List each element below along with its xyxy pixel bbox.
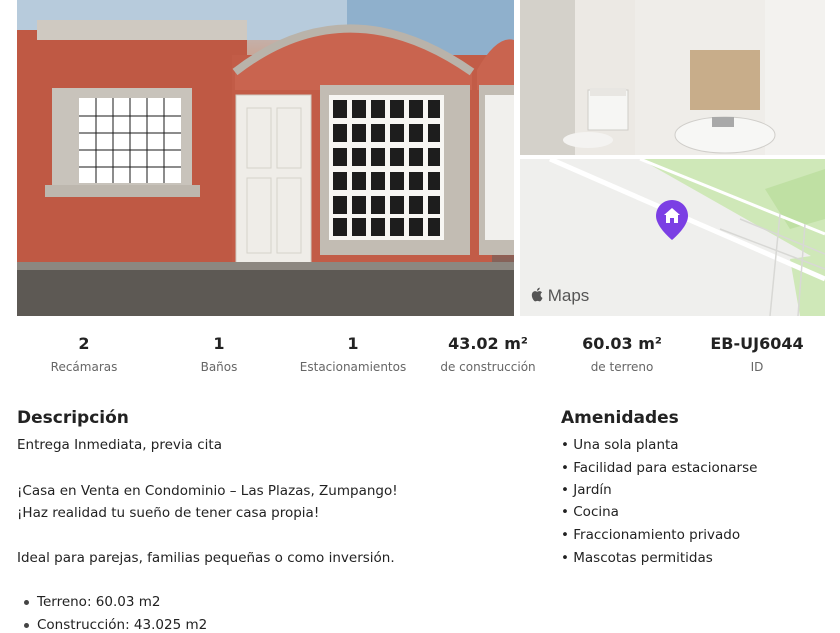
stat-label: Recámaras <box>50 360 118 374</box>
amenity-item: • Facilidad para estacionarse <box>561 460 758 476</box>
stat-label: Baños <box>200 360 238 374</box>
amenity-item: • Jardín <box>561 482 612 498</box>
stat-label: Estacionamientos <box>299 360 407 374</box>
maps-label: Maps <box>547 286 590 305</box>
stat-bedrooms: 2 Recámaras <box>14 332 154 378</box>
stat-construction-area: 43.02 m² de construcción <box>418 332 558 378</box>
stat-value: 43.02 m² <box>448 334 528 353</box>
property-stats: 2 Recámaras 1 Baños 1 Estacionamientos 4… <box>17 332 825 380</box>
bullet-icon <box>24 599 29 605</box>
amenities-title: Amenidades <box>561 408 679 428</box>
amenity-item: • Fraccionamiento privado <box>561 527 741 543</box>
description-line: Ideal para parejas, familias pequeñas o … <box>17 550 395 566</box>
stat-value: 2 <box>78 334 90 353</box>
amenity-item: • Una sola planta <box>561 437 679 453</box>
description-line: Entrega Inmediata, previa cita <box>17 437 222 453</box>
description-bullet: Construcción: 43.025 m2 <box>24 617 207 633</box>
stat-listing-id: EB-UJ6044 ID <box>687 332 827 378</box>
amenity-item: • Mascotas permitidas <box>561 550 713 566</box>
home-location-pin-icon[interactable] <box>655 199 689 245</box>
bullet-text: Construcción: 43.025 m2 <box>37 617 208 633</box>
stat-value: 1 <box>213 334 225 353</box>
description-bullet: Terreno: 60.03 m2 <box>24 594 160 610</box>
stat-bathrooms: 1 Baños <box>149 332 289 378</box>
stat-land-area: 60.03 m² de terreno <box>552 332 692 378</box>
photo-gallery: Maps <box>17 0 825 316</box>
stat-value: 1 <box>347 334 359 353</box>
amenity-item: • Cocina <box>561 504 619 520</box>
location-map[interactable]: Maps <box>520 159 825 316</box>
apple-logo-icon <box>530 286 548 305</box>
stat-label: de terreno <box>590 360 654 374</box>
description-title: Descripción <box>17 408 129 428</box>
bathroom-photo[interactable] <box>520 0 825 155</box>
stat-value: 60.03 m² <box>582 334 662 353</box>
description-line: ¡Haz realidad tu sueño de tener casa pro… <box>17 505 320 521</box>
bullet-text: Terreno: 60.03 m2 <box>37 594 161 610</box>
house-front-photo[interactable] <box>17 0 514 316</box>
stat-parking: 1 Estacionamientos <box>283 332 423 378</box>
stat-value: EB-UJ6044 <box>710 334 804 353</box>
description-line: ¡Casa en Venta en Condominio – Las Plaza… <box>17 483 398 499</box>
maps-attribution: Maps <box>530 286 589 306</box>
stat-label: ID <box>750 360 764 374</box>
bullet-icon <box>24 622 29 628</box>
stat-label: de construcción <box>440 360 536 374</box>
